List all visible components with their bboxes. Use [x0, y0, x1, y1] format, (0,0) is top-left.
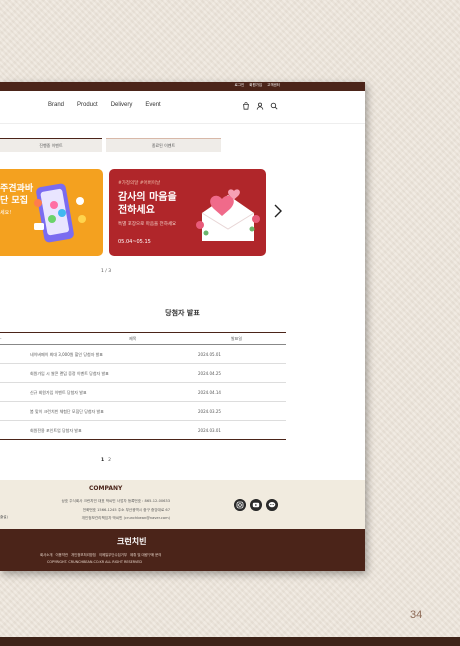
footer-bottom: 크런치빈 회사소개 이용약관 개인정보처리방침 이메일무단수집거부 제휴 및 대… [0, 529, 365, 571]
nav-delivery[interactable]: Delivery [111, 102, 133, 108]
user-icon[interactable] [256, 102, 264, 110]
nav-product[interactable]: Product [77, 102, 98, 108]
footer-left-fragment: 출설) [0, 515, 8, 519]
footer-link-partnership[interactable]: 제휴 및 대량구매 문의 [130, 552, 161, 557]
row-date: 2024.04.14 [198, 390, 221, 395]
footer-line-3: 개인정보관리책임자 박씨빈 (crunchbean@naver.com) [81, 516, 170, 521]
row-title[interactable]: 봄 맞이 크런치빈 체험단 모집단 당첨자 발표 [30, 409, 104, 415]
tab-ended-events[interactable]: 종료된 이벤트 [106, 138, 221, 152]
event-banner-recruit[interactable]: 주견과바단 모집 세요! [0, 169, 103, 256]
row-date: 2024.05.01 [198, 352, 221, 357]
table-header: - 제목 발표일 [0, 332, 286, 345]
footer-line-2: 전화번호 1566-1245 주소 부산광역시 중구 중앙대로 67 [82, 507, 170, 512]
signup-link[interactable]: 회원가입 [249, 83, 262, 88]
footer-line-1: 상호 주식회사 크런치빈 대표 박씨빈 사업자 등록번호 : 865-12-00… [61, 499, 170, 503]
instagram-icon[interactable] [234, 499, 246, 511]
tab-ongoing-events[interactable]: 진행중 이벤트 [0, 138, 102, 152]
banner2-description: 특별 포장으로 마음을 전하세요 [118, 222, 177, 227]
chat-icon[interactable] [266, 499, 278, 511]
row-title[interactable]: 회원전용 포인트업 당첨자 발표 [30, 428, 82, 434]
main-nav: Brand Product Delivery Event [48, 102, 161, 108]
header-title: 제목 [129, 336, 137, 341]
banner1-title-line1: 주견과바 [0, 184, 34, 194]
banner1-title-line2: 단 모집 [0, 196, 28, 206]
footer-link-about[interactable]: 회사소개 [40, 552, 52, 557]
footer-company-heading: COMPANY [89, 485, 123, 492]
footer-link-privacy[interactable]: 개인정보처리방침 [71, 552, 96, 557]
support-link[interactable]: 고객센터 [267, 83, 280, 88]
footer-logo: 크런치빈 [117, 537, 147, 546]
nav-event[interactable]: Event [145, 102, 160, 108]
banner2-title-line1: 감사의 마음을 [118, 192, 177, 203]
footer-link-no-email[interactable]: 이메일무단수집거부 [99, 552, 127, 557]
row-title[interactable]: 회원가입 시 쌀콘 랜덤 증정 이벤트 당첨자 발표 [30, 371, 109, 377]
banner2-date: 05.04~05.15 [118, 239, 151, 245]
nav-brand[interactable]: Brand [48, 102, 64, 108]
top-utility-bar: 로그인 회원가입 고객센터 [0, 82, 365, 91]
footer-link-terms[interactable]: 이용약관 [55, 552, 67, 557]
event-tabs: 진행중 이벤트 종료된 이벤트 [0, 138, 221, 152]
banner1-subtitle: 세요! [0, 210, 12, 216]
page-2-link[interactable]: 2 [108, 458, 111, 463]
winners-table: - 제목 발표일 네이버페이 최대 3,000원 할인 당첨자 발표 2024.… [0, 332, 286, 440]
carousel-next-arrow-icon[interactable] [273, 203, 283, 219]
phone-illustration-icon [34, 183, 86, 243]
footer-links: 회사소개 이용약관 개인정보처리방침 이메일무단수집거부 제휴 및 대량구매 문… [40, 552, 161, 557]
table-row[interactable]: 회원전용 포인트업 당첨자 발표 2024.03.01 [0, 421, 286, 440]
winners-section-title: 당첨자 발표 [165, 309, 200, 317]
row-title[interactable]: 신규 회원가입 이벤트 당첨자 발표 [30, 390, 87, 396]
table-row[interactable]: 회원가입 시 쌀콘 랜덤 증정 이벤트 당첨자 발표 2024.04.25 [0, 364, 286, 383]
footer-info: COMPANY 상호 주식회사 크런치빈 대표 박씨빈 사업자 등록번호 : 8… [0, 480, 365, 529]
search-icon[interactable] [270, 102, 278, 110]
envelope-hearts-illustration-icon [196, 189, 260, 241]
youtube-icon[interactable] [250, 499, 262, 511]
header-divider [0, 123, 365, 124]
event-banner-parents-day[interactable]: #가정의달 #어버이날 감사의 마음을전하세요 특별 포장으로 마음을 전하세요… [109, 169, 266, 256]
banner2-title-line2: 전하세요 [118, 205, 155, 216]
row-date: 2024.04.25 [198, 371, 221, 376]
number-column-marker: - [0, 336, 2, 341]
login-link[interactable]: 로그인 [235, 83, 245, 88]
cart-icon[interactable] [242, 102, 250, 110]
page-1-link[interactable]: 1 [101, 458, 104, 463]
row-title[interactable]: 네이버페이 최대 3,000원 할인 당첨자 발표 [30, 352, 103, 358]
table-row[interactable]: 신규 회원가입 이벤트 당첨자 발표 2024.04.14 [0, 383, 286, 402]
table-pagination: 1 2 [101, 458, 111, 463]
table-row[interactable]: 네이버페이 최대 3,000원 할인 당첨자 발표 2024.05.01 [0, 345, 286, 364]
social-links [234, 499, 278, 511]
header-date: 발표일 [231, 336, 243, 341]
table-row[interactable]: 봄 맞이 크런치빈 체험단 모집단 당첨자 발표 2024.03.25 [0, 402, 286, 421]
slide-page-number: 34 [410, 609, 423, 621]
footer-company-details: 상호 주식회사 크런치빈 대표 박씨빈 사업자 등록번호 : 865-12-00… [40, 497, 170, 523]
website-mockup: 로그인 회원가입 고객센터 Brand Product Delivery Eve… [0, 82, 365, 571]
row-date: 2024.03.25 [198, 409, 221, 414]
row-date: 2024.03.01 [198, 428, 221, 433]
footer-copyright: COPYRIGHT. CRUNCHBEAN.CO.KR ALL RIGHT RE… [47, 560, 143, 564]
banner2-hashtags: #가정의달 #어버이날 [118, 181, 161, 186]
carousel-pagination: 1 / 3 [101, 269, 112, 274]
bottom-accent-bar [0, 637, 460, 646]
